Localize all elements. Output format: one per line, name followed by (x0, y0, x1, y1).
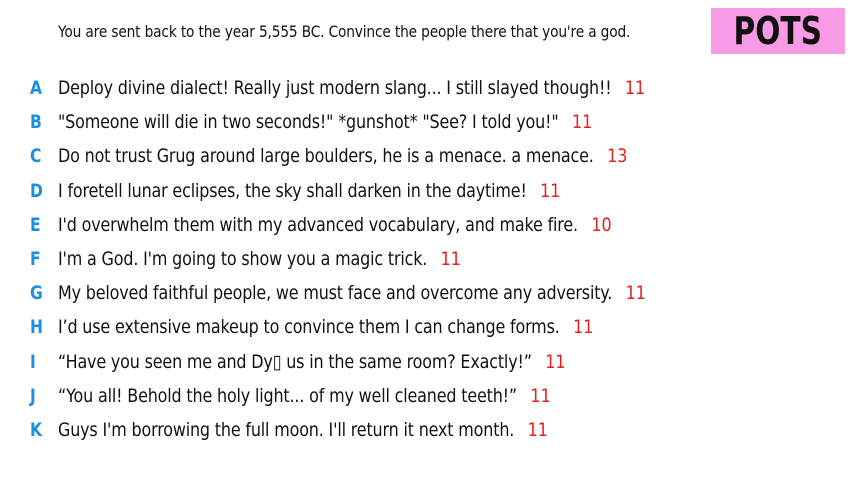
answer-text: Guys I'm borrowing the full moon. I'll r… (58, 419, 515, 441)
answer-score: 11 (540, 179, 561, 202)
answer-letter: D (30, 179, 43, 202)
answer-letter: B (30, 111, 42, 134)
answer-letter: A (30, 77, 43, 99)
answer-letter: F (30, 248, 41, 270)
answer-score: 11 (545, 350, 566, 373)
answer-text: Do not trust Grug around large boulders,… (58, 145, 594, 168)
answer-text: I foretell lunar eclipses, the sky shall… (58, 179, 527, 202)
answer-text: “Have you seen me and Dy▯ us in the same… (58, 350, 532, 373)
answer-letter: E (30, 213, 41, 236)
answer-text: I'm a God. I'm going to show you a magic… (58, 248, 428, 270)
answer-score: 11 (573, 316, 594, 339)
answer-score: 11 (440, 248, 461, 270)
answer-letter: J (30, 384, 36, 407)
answer-letter: H (30, 316, 44, 339)
answer-letter: G (30, 282, 43, 305)
answer-score: 11 (530, 384, 551, 407)
answer-text: “You all! Behold the holy light... of my… (58, 384, 517, 407)
answer-text: "Someone will die in two seconds!" *guns… (58, 111, 559, 134)
answer-text: My beloved faithful people, we must face… (58, 282, 613, 305)
answer-letter: C (30, 145, 42, 168)
answer-text: I'd overwhelm them with my advanced voca… (58, 213, 578, 236)
answer-score: 10 (591, 213, 612, 236)
pots-badge-label: POTS (733, 9, 823, 53)
answer-score: 11 (625, 282, 646, 305)
answer-score: 11 (624, 77, 646, 99)
answer-letter: I (30, 350, 36, 373)
answer-letter: K (30, 419, 43, 441)
answer-score: 11 (527, 419, 548, 441)
answer-text: I’d use extensive makeup to convince the… (58, 316, 560, 339)
answer-score: 13 (607, 145, 628, 168)
answer-text: Deploy divine dialect! Really just moder… (58, 77, 612, 99)
pots-badge: POTS (711, 8, 845, 54)
prompt-text: You are sent back to the year 5,555 BC. … (58, 22, 631, 41)
answer-score: 11 (571, 111, 593, 134)
